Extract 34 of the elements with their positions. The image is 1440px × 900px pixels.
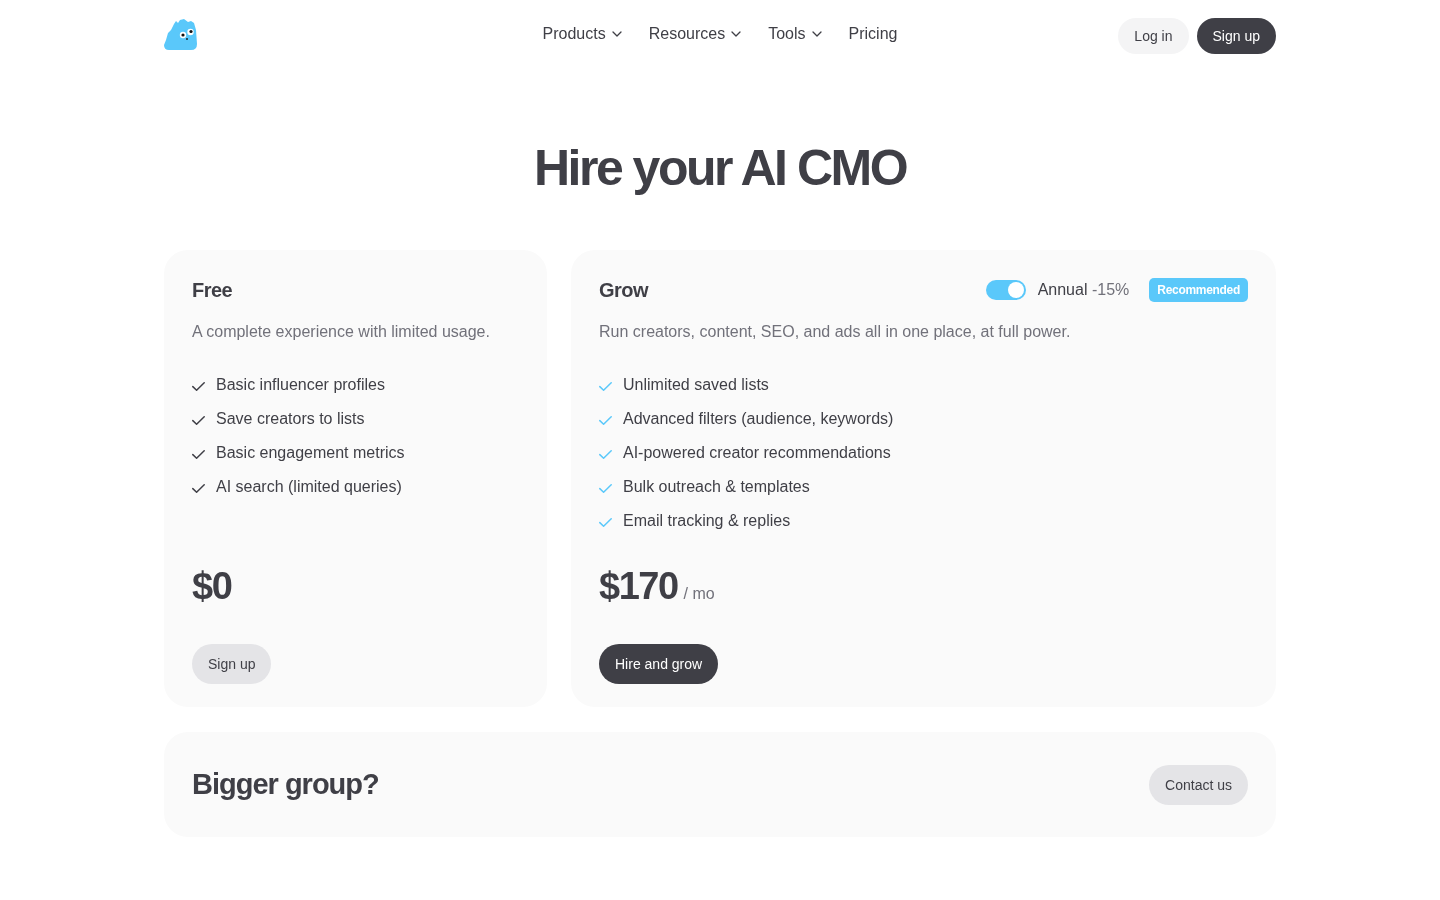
feature-text: Unlimited saved lists: [623, 376, 769, 394]
page-title: Hire your AI CMO: [532, 139, 908, 198]
chevron-down-icon: [611, 31, 622, 37]
feature-text: Advanced filters (audience, keywords): [623, 410, 894, 428]
plan-name: Grow: [599, 278, 649, 303]
feature-text: Basic engagement metrics: [216, 444, 405, 462]
nav-link[interactable]: Tools: [768, 25, 822, 43]
nav-link[interactable]: Pricing: [848, 25, 898, 43]
plan-price: $0: [192, 564, 232, 608]
contact-button[interactable]: Contact us: [1149, 764, 1248, 805]
billing-toggle[interactable]: [985, 280, 1026, 300]
hire-button[interactable]: Hire and grow: [599, 644, 719, 684]
plan-description: A complete experience with limited usage.: [192, 322, 491, 342]
feature-text: Save creators to lists: [216, 410, 365, 428]
login-button[interactable]: Log in: [1118, 18, 1189, 54]
nav-link[interactable]: Resources: [648, 25, 742, 43]
plan-name: Free: [192, 278, 233, 303]
price-period: / mo: [683, 585, 715, 603]
chevron-down-icon: [731, 31, 742, 37]
plan-description: Run creators, content, SEO, and ads all in one place, at full power.: [599, 322, 1072, 342]
feature-text: Bulk outreach & templates: [623, 478, 810, 496]
logo-icon[interactable]: [164, 18, 197, 50]
billing-label: Annual -15%: [1037, 281, 1130, 299]
signup-button[interactable]: Sign up: [1196, 18, 1276, 54]
signup-button[interactable]: Sign up: [192, 644, 272, 684]
chevron-down-icon: [811, 31, 822, 37]
feature-text: Email tracking & replies: [623, 512, 791, 530]
contact-title: Bigger group?: [192, 768, 379, 801]
recommended-tag: Recommended: [1149, 278, 1248, 302]
plan-price: $170: [599, 564, 678, 608]
feature-text: Basic influencer profiles: [216, 376, 385, 394]
feature-text: AI search (limited queries): [216, 478, 402, 496]
nav-link[interactable]: Products: [542, 25, 622, 43]
feature-text: AI-powered creator recommendations: [623, 444, 891, 462]
